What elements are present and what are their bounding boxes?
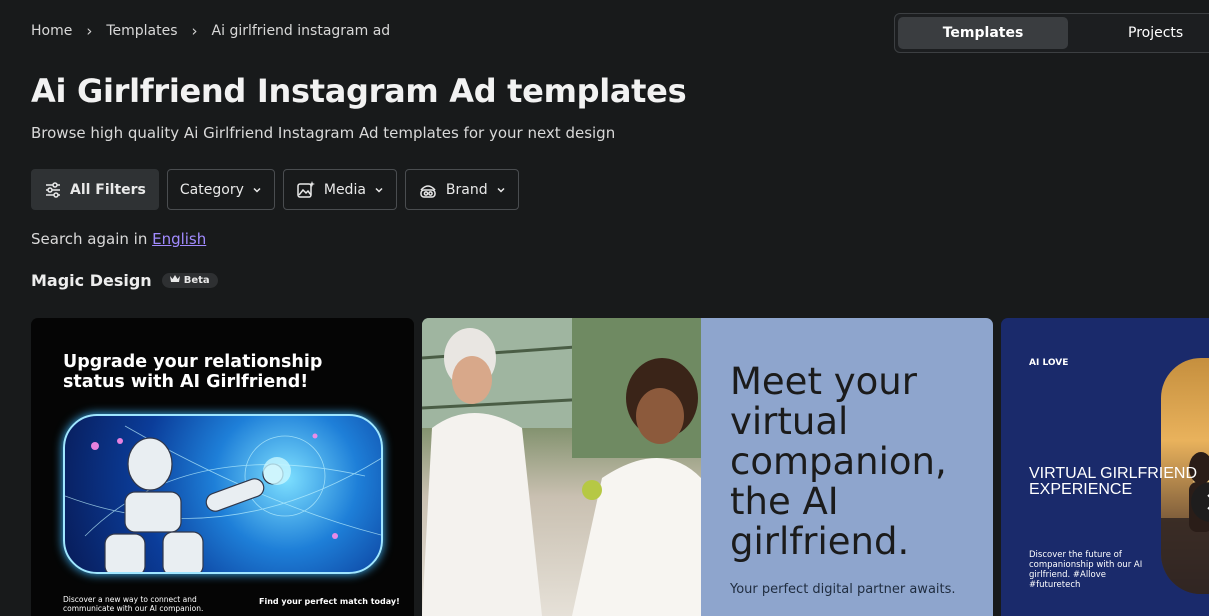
all-filters-label: All Filters <box>70 181 146 198</box>
magic-design-header: Magic Design Beta <box>31 271 218 290</box>
page-title: Ai Girlfriend Instagram Ad templates <box>31 72 687 110</box>
breadcrumb-current: Ai girlfriend instagram ad <box>211 23 391 39</box>
tab-projects[interactable]: Projects <box>1068 17 1209 49</box>
card-2-subline: Your perfect digital partner awaits. <box>730 582 956 597</box>
brand-label: Brand <box>445 181 488 198</box>
search-again-prefix: Search again in <box>31 230 153 248</box>
carousel-next-button[interactable] <box>1191 482 1209 522</box>
card-3-body: Discover the future of companionship wit… <box>1029 550 1143 590</box>
beta-badge: Beta <box>161 273 218 288</box>
category-dropdown[interactable]: Category <box>166 169 275 210</box>
view-switcher: Templates Projects <box>894 13 1209 53</box>
all-filters-button[interactable]: All Filters <box>31 169 159 210</box>
template-card-1[interactable]: Upgrade your relationship status with AI… <box>31 318 414 616</box>
card-1-headline: Upgrade your relationship status with AI… <box>63 352 323 392</box>
card-3-label: AI LOVE <box>1029 358 1069 368</box>
chevron-right-icon: › <box>86 22 93 40</box>
chevron-down-icon <box>496 185 506 195</box>
template-card-3[interactable]: AI LOVE VIRTUAL GIRLFRIEND EXPERIENCE Di… <box>1001 318 1209 616</box>
breadcrumb-templates[interactable]: Templates <box>106 23 177 39</box>
crown-icon <box>169 275 180 286</box>
image-sparkle-icon <box>296 180 316 200</box>
template-card-2[interactable]: Meet your virtual companion, the AI girl… <box>422 318 993 616</box>
women-photo <box>422 318 701 616</box>
card-1-footer-text: Discover a new way to connect and commun… <box>63 595 204 613</box>
brand-icon <box>418 180 438 200</box>
card-1-cta: Find your perfect match today! <box>259 597 400 606</box>
card-2-headline: Meet your virtual companion, the AI girl… <box>730 360 947 563</box>
sliders-icon <box>44 181 62 199</box>
search-again-text: Search again in English <box>31 230 206 248</box>
breadcrumb: Home › Templates › Ai girlfriend instagr… <box>31 22 390 40</box>
magic-design-title: Magic Design <box>31 271 152 290</box>
robot-illustration <box>63 414 383 574</box>
category-label: Category <box>179 181 244 198</box>
page-subtitle: Browse high quality Ai Girlfriend Instag… <box>31 124 616 142</box>
filter-bar: All Filters Category Media Brand <box>31 169 519 210</box>
card-3-headline: VIRTUAL GIRLFRIEND EXPERIENCE <box>1029 465 1198 498</box>
brand-dropdown[interactable]: Brand <box>404 169 519 210</box>
chevron-down-icon <box>252 185 262 195</box>
beta-label: Beta <box>183 275 210 286</box>
templates-page: Home › Templates › Ai girlfriend instagr… <box>0 0 1209 616</box>
chevron-right-icon: › <box>191 22 198 40</box>
tab-templates[interactable]: Templates <box>898 17 1068 49</box>
search-language-link[interactable]: English <box>152 230 206 248</box>
breadcrumb-home[interactable]: Home <box>31 23 72 39</box>
chevron-down-icon <box>374 185 384 195</box>
chevron-right-icon <box>1207 494 1209 510</box>
media-label: Media <box>323 181 366 198</box>
media-dropdown[interactable]: Media <box>282 169 397 210</box>
